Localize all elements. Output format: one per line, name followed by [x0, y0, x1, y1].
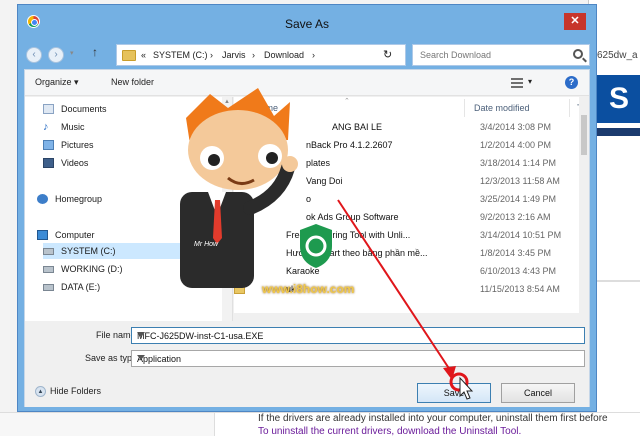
sort-indicator-icon: ⌃: [344, 98, 350, 105]
column-header-date[interactable]: Date modified: [474, 103, 530, 113]
file-name-value: MFC-J625DW-inst-C1-usa.EXE: [137, 331, 264, 341]
background-content: If the drivers are already installed int…: [0, 412, 640, 436]
scrollbar-thumb[interactable]: [581, 115, 587, 155]
drive-icon: [43, 266, 54, 273]
save-form: File name: MFC-J625DW-inst-C1-usa.EXE Sa…: [25, 321, 589, 379]
file-list-scrollbar[interactable]: [579, 97, 589, 321]
breadcrumb-separator[interactable]: ›: [210, 50, 213, 60]
mascot-badge: Mr How: [194, 241, 219, 248]
instruction-text: If the drivers are already installed int…: [258, 413, 608, 424]
search-placeholder: Search Download: [420, 50, 492, 60]
navigation-bar: ‹ › ▾ ↑ « SYSTEM (C:) › Jarvis › Downloa…: [24, 41, 590, 69]
homegroup-icon: [37, 194, 48, 204]
organize-menu[interactable]: Organize ▾: [35, 77, 79, 88]
url-fragment: 625dw_a: [597, 50, 638, 61]
search-icon[interactable]: [573, 49, 583, 59]
cancel-button[interactable]: Cancel: [501, 383, 575, 403]
videos-icon: [43, 158, 54, 168]
forward-button[interactable]: ›: [48, 47, 64, 63]
back-button[interactable]: ‹: [26, 47, 42, 63]
shield-logo-icon: [300, 224, 332, 268]
column-divider[interactable]: [464, 99, 465, 117]
chevron-down-icon[interactable]: [137, 332, 145, 337]
mascot-pupil: [266, 152, 278, 164]
horizontal-scrollbar[interactable]: [234, 313, 579, 321]
mascot-hand: [282, 156, 298, 172]
watermark-text: www.i8how.com: [262, 282, 355, 296]
mascot-illustration: Mr How: [180, 88, 298, 288]
close-button[interactable]: ✕: [564, 13, 586, 30]
hide-folders-label: Hide Folders: [50, 386, 102, 396]
pictures-icon: [43, 140, 54, 150]
background-sidebar: [0, 413, 215, 436]
column-divider[interactable]: [569, 99, 570, 117]
mascot-pupil: [208, 154, 220, 166]
brand-tile: S: [595, 75, 640, 123]
drive-icon: [43, 284, 54, 291]
file-name-field[interactable]: MFC-J625DW-inst-C1-usa.EXE: [131, 327, 585, 344]
folder-icon: [122, 50, 136, 61]
breadcrumb-overflow[interactable]: «: [141, 50, 146, 60]
up-button[interactable]: ↑: [92, 45, 98, 59]
uninstall-link[interactable]: To uninstall the current drivers, downlo…: [258, 426, 521, 436]
title-bar[interactable]: Save As ✕: [18, 5, 596, 41]
documents-icon: [43, 104, 54, 114]
breadcrumb-download[interactable]: Download: [264, 50, 304, 60]
computer-icon: [37, 230, 48, 240]
view-options-icon[interactable]: [511, 78, 523, 88]
dialog-title: Save As: [284, 17, 330, 31]
hide-folders-button[interactable]: ▲ Hide Folders: [35, 386, 102, 398]
search-input[interactable]: Search Download: [412, 44, 590, 66]
recent-dropdown-icon[interactable]: ▾: [70, 49, 74, 57]
breadcrumb-system[interactable]: SYSTEM (C:): [153, 50, 208, 60]
refresh-icon[interactable]: ↻: [383, 48, 392, 61]
chevron-down-icon[interactable]: [137, 355, 145, 360]
breadcrumb-separator[interactable]: ›: [252, 50, 255, 60]
view-dropdown-icon[interactable]: ▾: [528, 77, 532, 86]
save-as-type-select[interactable]: Application: [131, 350, 585, 367]
button-bar: ▲ Hide Folders Save Cancel: [25, 379, 589, 407]
save-button[interactable]: Save: [417, 383, 491, 403]
new-folder-button[interactable]: New folder: [111, 77, 154, 87]
shield-body: [300, 224, 332, 268]
help-icon[interactable]: ?: [565, 76, 578, 89]
drive-icon: [43, 248, 54, 255]
address-bar[interactable]: « SYSTEM (C:) › Jarvis › Download › ↻: [116, 44, 406, 66]
breadcrumb-separator[interactable]: ›: [312, 50, 315, 60]
breadcrumb-jarvis[interactable]: Jarvis: [222, 50, 246, 60]
chevron-up-icon: ▲: [35, 386, 46, 398]
music-icon: ♪: [43, 121, 49, 133]
